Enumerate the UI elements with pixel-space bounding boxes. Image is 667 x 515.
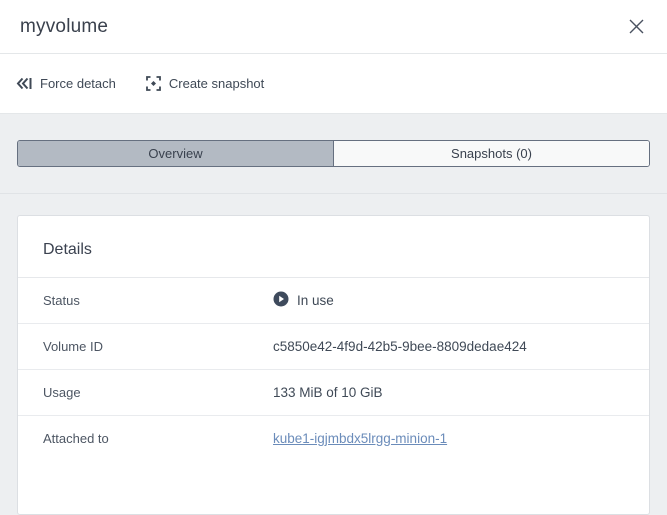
details-heading: Details [43,241,92,258]
status-value: In use [273,291,334,310]
attached-instance-link[interactable]: kube1-igjmbdx5lrgg-minion-1 [273,431,447,446]
detail-row-attached-to: Attached to kube1-igjmbdx5lrgg-minion-1 [18,415,649,461]
attached-to-value: kube1-igjmbdx5lrgg-minion-1 [273,431,447,446]
close-button[interactable] [626,16,647,37]
force-detach-label: Force detach [40,76,116,91]
section-divider [0,193,667,194]
detail-row-usage: Usage 133 MiB of 10 GiB [18,369,649,415]
page-title: myvolume [20,15,109,37]
force-detach-icon [16,77,32,90]
close-icon [628,19,645,38]
tab-overview[interactable]: Overview [18,141,333,166]
usage-label: Usage [43,385,81,400]
usage-value: 133 MiB of 10 GiB [273,385,383,400]
create-snapshot-label: Create snapshot [168,76,265,91]
status-label: Status [43,293,80,308]
detail-row-status: Status In use [18,277,649,323]
tab-snapshots-label: Snapshots (0) [451,146,532,161]
tab-bar: Overview Snapshots (0) [17,140,650,167]
create-snapshot-icon [145,76,161,91]
volume-id-value: c5850e42-4f9d-42b5-9bee-8809dedae424 [273,339,527,354]
force-detach-button[interactable]: Force detach [16,76,116,91]
tab-snapshots[interactable]: Snapshots (0) [333,141,649,166]
details-card: Details Status In use Volume ID c5850e42… [17,215,650,515]
action-toolbar: Force detach Create snapshot [0,54,667,114]
detail-row-volume-id: Volume ID c5850e42-4f9d-42b5-9bee-8809de… [18,323,649,369]
status-in-use-play-icon [273,291,289,310]
panel-header: myvolume [0,0,667,54]
attached-to-label: Attached to [43,431,109,446]
status-text: In use [297,293,334,308]
tab-overview-label: Overview [148,146,203,161]
create-snapshot-button[interactable]: Create snapshot [145,76,265,91]
volume-id-label: Volume ID [43,339,103,354]
panel-content: Overview Snapshots (0) Details Status In… [0,114,667,515]
